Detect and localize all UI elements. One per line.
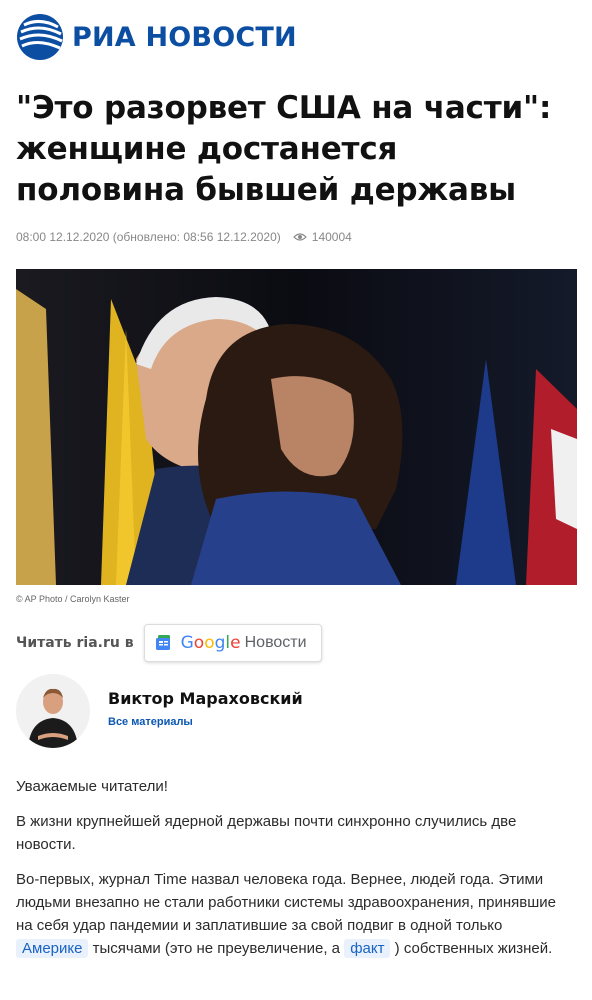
photo-illustration — [16, 269, 577, 585]
author-avatar[interactable] — [16, 674, 90, 748]
site-header: РИА НОВОСТИ — [16, 14, 297, 60]
tag-fact-link[interactable]: факт — [344, 939, 391, 958]
published-time: 08:00 12.12.2020 — [16, 230, 110, 244]
google-news-icon — [155, 635, 170, 650]
article-photo[interactable] — [16, 269, 577, 585]
google-letter: G — [180, 633, 194, 653]
google-news-row: Читать ria.ru в Google Новости — [16, 624, 322, 662]
google-news-button[interactable]: Google Новости — [143, 624, 322, 662]
paragraph-1: Уважаемые читатели! — [16, 778, 168, 795]
paragraph-3-part-c: ) собственных жизней. — [394, 940, 553, 957]
article-title: "Это разорвет США на части": женщине дос… — [16, 90, 552, 208]
google-wordmark: Google — [181, 633, 241, 653]
google-news-suffix: Новости — [244, 634, 307, 651]
paragraph-3-part-b: тысячами (это не преувеличение, а — [92, 940, 341, 957]
site-name[interactable]: РИА НОВОСТИ — [72, 22, 297, 53]
google-letter: e — [230, 633, 241, 653]
updated-time: (обновлено: 08:56 12.12.2020) — [112, 230, 281, 244]
google-letter: o — [204, 633, 215, 653]
photo-credit: © AP Photo / Carolyn Kaster — [16, 594, 130, 604]
google-letter: g — [214, 633, 226, 653]
paragraph-3-part-a: Во-первых, журнал Time назвал человека г… — [16, 871, 556, 934]
views-count: 140004 — [311, 230, 352, 244]
paragraph-3: Во-первых, журнал Time назвал человека г… — [16, 868, 576, 960]
article-body: Уважаемые читатели! В жизни крупнейшей я… — [16, 775, 576, 972]
paragraph-2: В жизни крупнейшей ядерной державы почти… — [16, 813, 517, 853]
tag-america-link[interactable]: Америке — [16, 939, 89, 958]
article-meta: 08:00 12.12.2020 (обновлено: 08:56 12.12… — [16, 230, 352, 244]
all-materials-link[interactable]: Все материалы — [108, 716, 303, 728]
eye-icon — [292, 233, 307, 241]
avatar-illustration — [16, 674, 90, 748]
read-label: Читать ria.ru в — [16, 635, 134, 651]
author-name[interactable]: Виктор Мараховский — [108, 689, 303, 708]
google-letter: o — [193, 633, 205, 653]
ria-logo-icon[interactable] — [16, 13, 64, 61]
author-block: Виктор Мараховский Все материалы — [16, 674, 303, 748]
views-counter: 140004 — [292, 230, 352, 244]
